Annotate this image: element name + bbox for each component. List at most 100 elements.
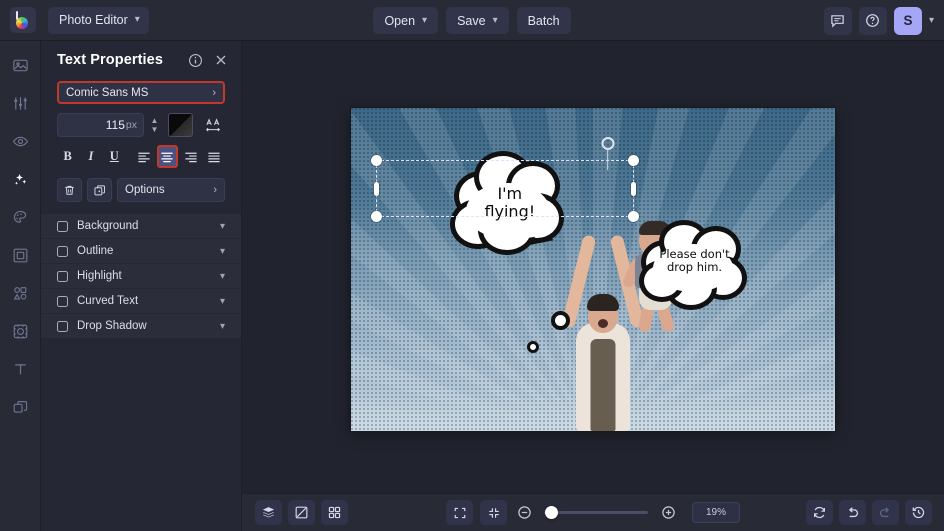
actual-size-icon xyxy=(488,507,499,518)
thought-bubble[interactable]: Please don't drop him. xyxy=(637,218,753,316)
panel-info-button[interactable] xyxy=(185,50,205,70)
bold-button[interactable]: B xyxy=(57,145,78,168)
photo-editor-app: Photo Editor ▾ Open ▾ Save ▾ Batch S ▾ T… xyxy=(0,0,944,531)
sidebar-item-image[interactable] xyxy=(5,50,35,80)
text-options-list: Background ▾ Outline ▾ Highlight ▾ Curve… xyxy=(41,214,241,339)
help-circle-icon xyxy=(866,14,880,27)
underline-label: U xyxy=(109,149,119,163)
font-size-input[interactable]: 115 px xyxy=(57,113,144,137)
avatar-initial: S xyxy=(903,13,913,28)
save-button[interactable]: Save ▾ xyxy=(446,7,509,34)
layers-button[interactable] xyxy=(255,500,282,525)
image-canvas[interactable]: I'm flying! Please don't drop him. xyxy=(351,108,835,431)
fit-to-screen-icon xyxy=(454,507,465,518)
compare-button[interactable] xyxy=(288,500,315,525)
undo-button[interactable] xyxy=(839,500,866,525)
zoom-out-button[interactable] xyxy=(514,503,534,523)
text-t-icon xyxy=(14,363,26,374)
account-chevron-down-icon[interactable]: ▾ xyxy=(929,15,934,26)
grid-view-button[interactable] xyxy=(321,500,348,525)
sidebar-item-layers[interactable] xyxy=(5,392,35,422)
zoom-level-value: 19% xyxy=(705,507,726,518)
option-background[interactable]: Background ▾ xyxy=(41,214,241,239)
actual-size-button[interactable] xyxy=(480,500,507,525)
checkbox[interactable] xyxy=(57,220,68,232)
app-menu-button[interactable]: Photo Editor ▾ xyxy=(48,6,149,34)
canvas-stage[interactable]: I'm flying! Please don't drop him. xyxy=(242,41,944,493)
reset-button[interactable] xyxy=(806,500,833,525)
checkbox[interactable] xyxy=(57,320,68,332)
align-justify-button[interactable] xyxy=(204,145,225,168)
chevron-right-icon: › xyxy=(212,86,216,99)
avatar[interactable]: S xyxy=(893,6,922,35)
option-drop-shadow[interactable]: Drop Shadow ▾ xyxy=(41,314,241,339)
redo-icon xyxy=(879,507,890,518)
zoom-slider[interactable] xyxy=(544,505,648,519)
align-right-button[interactable] xyxy=(180,145,201,168)
font-size-row: 115 px ▲ ▼ xyxy=(57,113,225,137)
text-color-swatch[interactable] xyxy=(168,113,193,137)
checkbox[interactable] xyxy=(57,270,68,282)
redo-button[interactable] xyxy=(872,500,899,525)
resize-handle-top-right[interactable] xyxy=(628,155,639,166)
sidebar-item-text[interactable] xyxy=(5,354,35,384)
chevron-down-icon: ▾ xyxy=(219,295,225,307)
undo-icon xyxy=(848,507,859,518)
sidebar-item-ai[interactable] xyxy=(5,164,35,194)
rotate-handle[interactable] xyxy=(601,137,615,151)
compare-split-icon xyxy=(295,506,308,519)
options-button[interactable]: Options › xyxy=(117,178,225,202)
sidebar-item-paint[interactable] xyxy=(5,202,35,232)
zoom-level-input[interactable]: 19% xyxy=(692,502,740,523)
duplicate-icon xyxy=(94,184,106,195)
font-family-select[interactable]: Comic Sans MS › xyxy=(57,81,225,104)
letter-spacing-button[interactable] xyxy=(200,113,225,137)
sidebar-item-shapes[interactable] xyxy=(5,278,35,308)
sidebar-item-overlays[interactable] xyxy=(5,316,35,346)
resize-handle-bottom-right[interactable] xyxy=(628,211,639,222)
align-left-button[interactable] xyxy=(133,145,154,168)
text-format-row: B I U xyxy=(57,145,225,168)
duplicate-text-button[interactable] xyxy=(87,178,112,202)
font-size-stepper[interactable]: ▲ ▼ xyxy=(148,113,161,137)
chevron-up-icon: ▲ xyxy=(150,115,159,125)
top-bar-right-actions: S ▾ xyxy=(823,0,934,41)
align-right-icon xyxy=(185,152,197,162)
option-curved-text[interactable]: Curved Text ▾ xyxy=(41,289,241,314)
option-label: Curved Text xyxy=(77,295,139,307)
align-justify-icon xyxy=(208,152,220,162)
open-button[interactable]: Open ▾ xyxy=(373,7,439,34)
thought-bubble-text: Please don't drop him. xyxy=(659,246,730,274)
panel-header: Text Properties xyxy=(41,41,241,79)
feedback-button[interactable] xyxy=(823,6,852,35)
batch-button[interactable]: Batch xyxy=(516,7,571,34)
resize-handle-middle-right[interactable] xyxy=(631,181,636,196)
option-highlight[interactable]: Highlight ▾ xyxy=(41,264,241,289)
italic-button[interactable]: I xyxy=(80,145,101,168)
palette-icon xyxy=(13,210,26,223)
option-label: Drop Shadow xyxy=(77,320,147,332)
text-selection-box[interactable] xyxy=(371,155,639,222)
sidebar-item-effects[interactable] xyxy=(5,126,35,156)
history-button[interactable] xyxy=(905,500,932,525)
resize-handle-bottom-left[interactable] xyxy=(371,211,382,222)
resize-handle-top-left[interactable] xyxy=(371,155,382,166)
underline-button[interactable]: U xyxy=(104,145,125,168)
checkbox[interactable] xyxy=(57,245,68,257)
zoom-slider-handle[interactable] xyxy=(545,505,558,519)
zoom-in-button[interactable] xyxy=(658,503,678,523)
fit-to-screen-button[interactable] xyxy=(446,500,473,525)
photo-editor-logo[interactable] xyxy=(10,7,36,33)
history-controls xyxy=(806,500,932,525)
sidebar-item-frames[interactable] xyxy=(5,240,35,270)
delete-text-button[interactable] xyxy=(57,178,82,202)
thought-dot-small xyxy=(527,340,539,353)
resize-handle-middle-left[interactable] xyxy=(374,181,379,196)
panel-close-button[interactable] xyxy=(211,50,231,70)
help-button[interactable] xyxy=(858,6,887,35)
align-center-button[interactable] xyxy=(156,145,179,168)
checkbox[interactable] xyxy=(57,295,68,307)
sidebar-item-adjust[interactable] xyxy=(5,88,35,118)
option-outline[interactable]: Outline ▾ xyxy=(41,239,241,264)
chevron-down-icon: ▾ xyxy=(219,270,225,282)
